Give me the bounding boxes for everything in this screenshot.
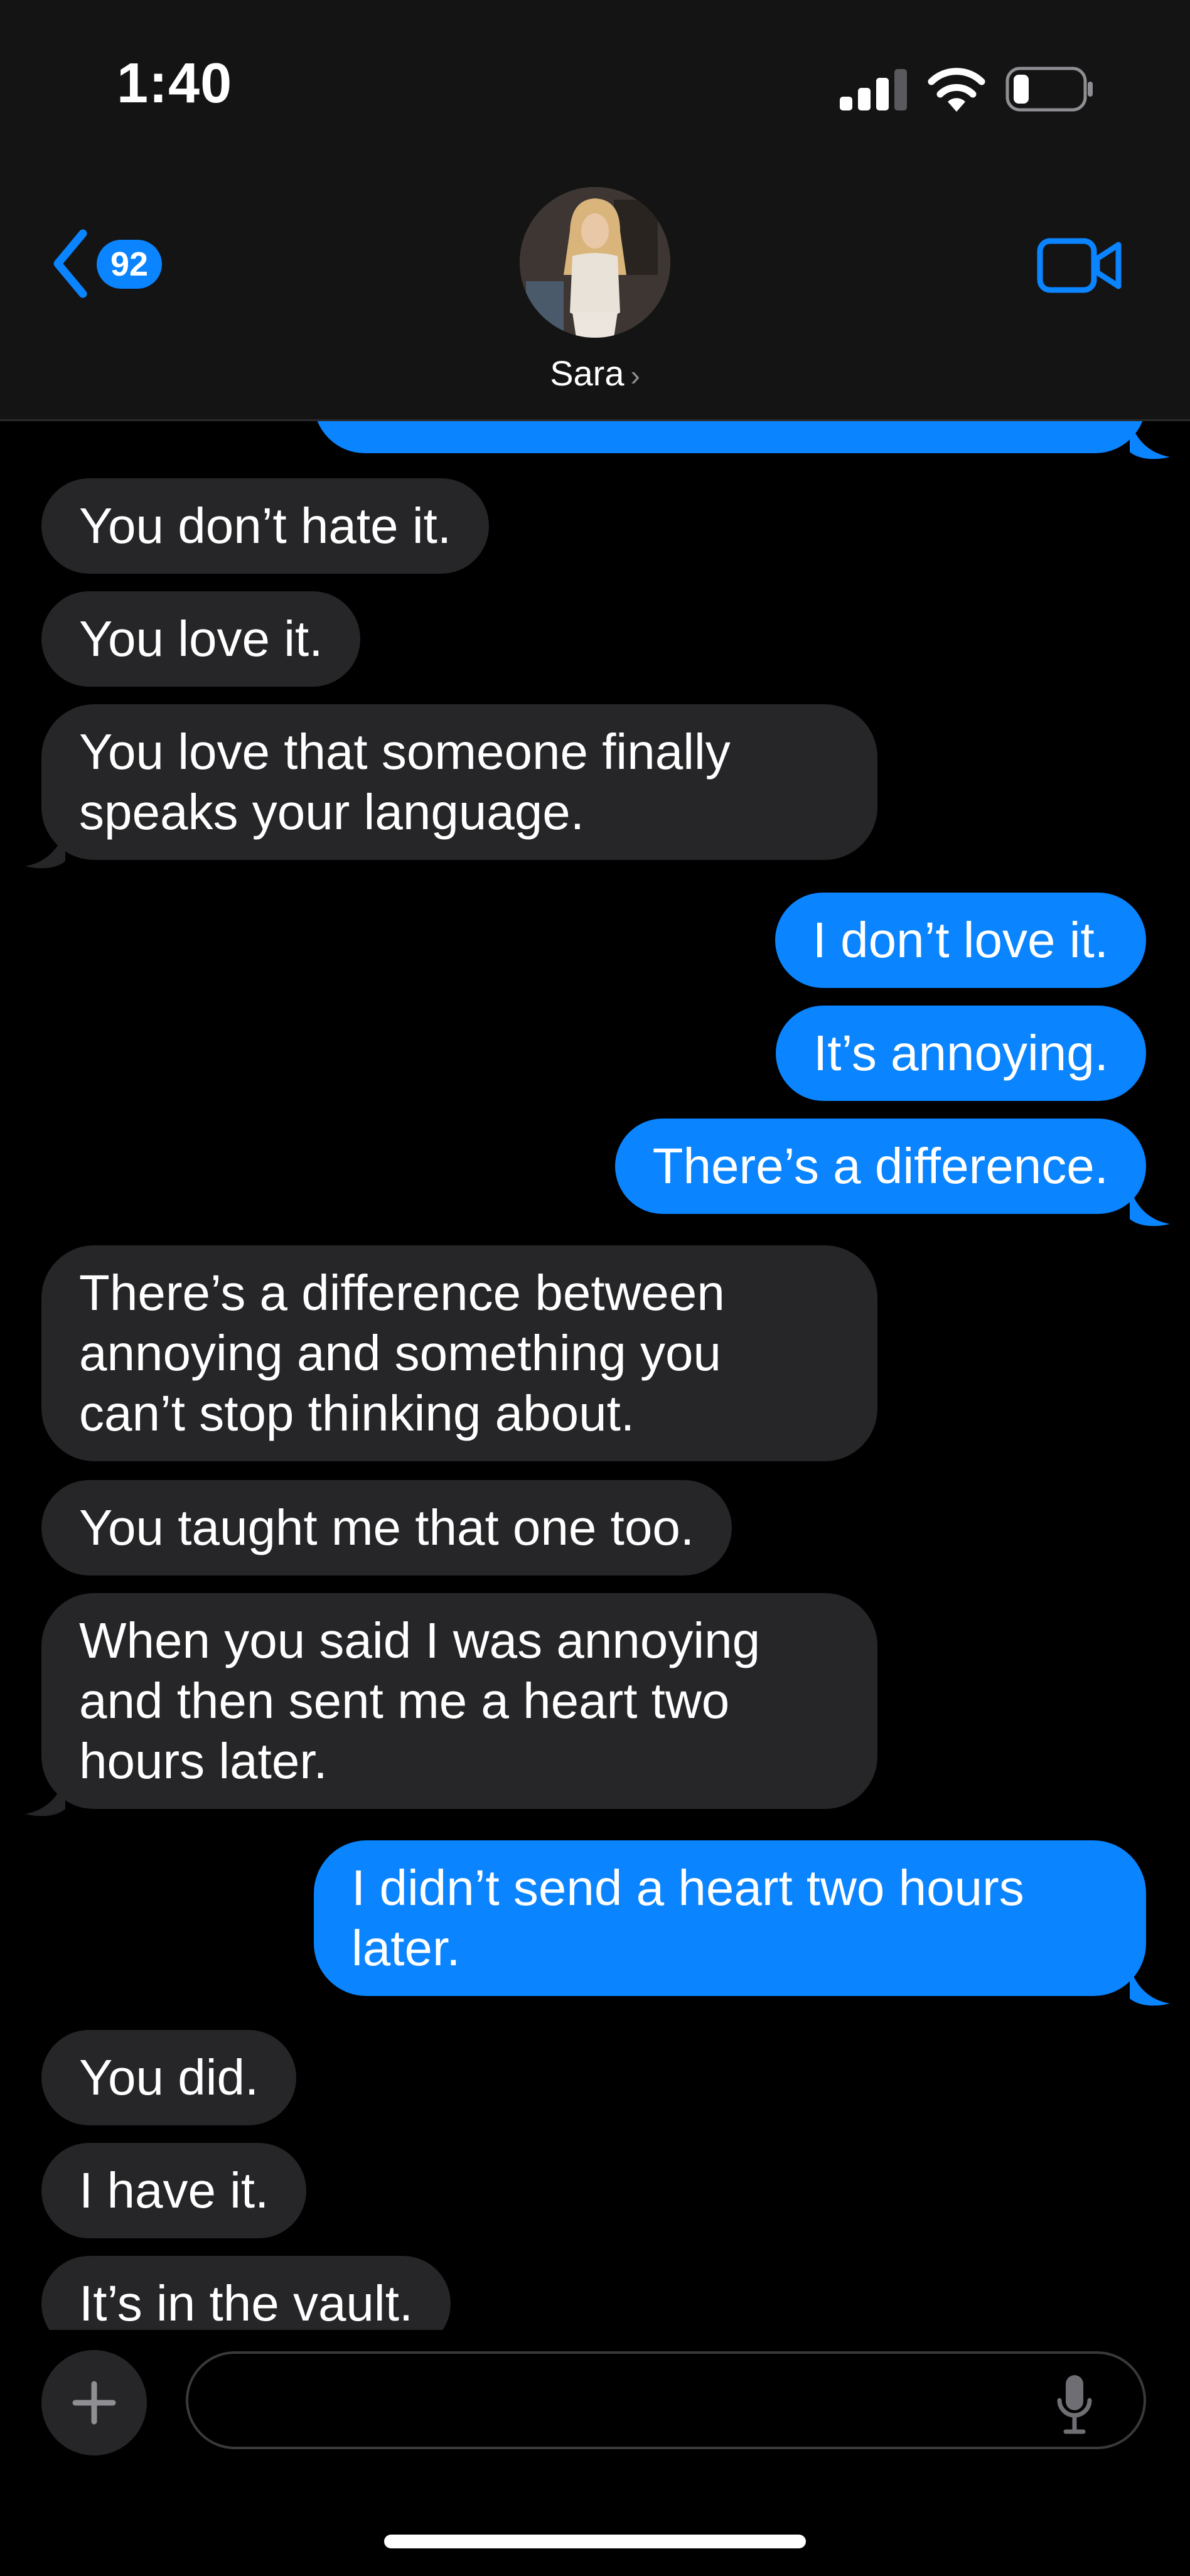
message-bubble-incoming[interactable]: You taught me that one too. bbox=[41, 1480, 732, 1575]
bubble-tail bbox=[1130, 1188, 1170, 1226]
signal-icon bbox=[840, 69, 908, 110]
message-bubble-outgoing[interactable]: I don’t love it. bbox=[775, 893, 1146, 988]
message-bubble-outgoing[interactable]: It’s annoying. bbox=[776, 1006, 1146, 1101]
conversation-header: 1:40 92 Sara › bbox=[0, 0, 1190, 421]
bubble-tail bbox=[1130, 1967, 1170, 2006]
add-attachment-button[interactable] bbox=[41, 2350, 147, 2455]
message-bubble-incoming[interactable]: There’s a difference between annoying an… bbox=[41, 1245, 877, 1461]
home-indicator[interactable] bbox=[384, 2535, 806, 2548]
microphone-icon[interactable] bbox=[1054, 2373, 1095, 2435]
plus-icon bbox=[72, 2381, 116, 2425]
wifi-icon bbox=[928, 68, 985, 112]
bubble-tail bbox=[1130, 421, 1170, 459]
status-time: 1:40 bbox=[117, 52, 233, 115]
back-chevron-icon bbox=[53, 229, 87, 298]
message-bubble-incoming[interactable]: You did. bbox=[41, 2030, 297, 2125]
message-bubble-outgoing[interactable]: I didn’t send a heart two hours later. bbox=[314, 1840, 1146, 1996]
message-input[interactable] bbox=[186, 2351, 1146, 2449]
bubble-tail bbox=[25, 830, 65, 869]
message-bubble-incoming[interactable]: I have it. bbox=[41, 2143, 307, 2238]
contact-name: Sara bbox=[550, 353, 624, 393]
avatar-photo bbox=[520, 187, 670, 338]
back-button[interactable]: 92 bbox=[49, 226, 181, 301]
contact-avatar[interactable] bbox=[520, 187, 670, 338]
video-camera-icon[interactable] bbox=[1037, 237, 1122, 294]
bubble-tail bbox=[25, 1778, 65, 1817]
contact-name-button[interactable]: Sara › bbox=[0, 353, 1190, 394]
message-bubble-outgoing[interactable]: There’s a difference. bbox=[614, 1119, 1146, 1214]
message-bubble-incoming[interactable]: When you said I was annoying and then se… bbox=[41, 1593, 877, 1809]
message-bubble-incoming[interactable]: It’s in the vault. bbox=[41, 2256, 451, 2330]
battery-icon bbox=[1005, 67, 1093, 112]
unread-count-badge: 92 bbox=[97, 240, 162, 289]
message-bubble-incoming[interactable]: You love that someone finally speaks you… bbox=[41, 704, 877, 860]
chevron-right-icon: › bbox=[630, 359, 640, 392]
message-bubble-incoming[interactable]: You don’t hate it. bbox=[41, 478, 490, 574]
message-bubble-incoming[interactable]: You love it. bbox=[41, 591, 361, 687]
